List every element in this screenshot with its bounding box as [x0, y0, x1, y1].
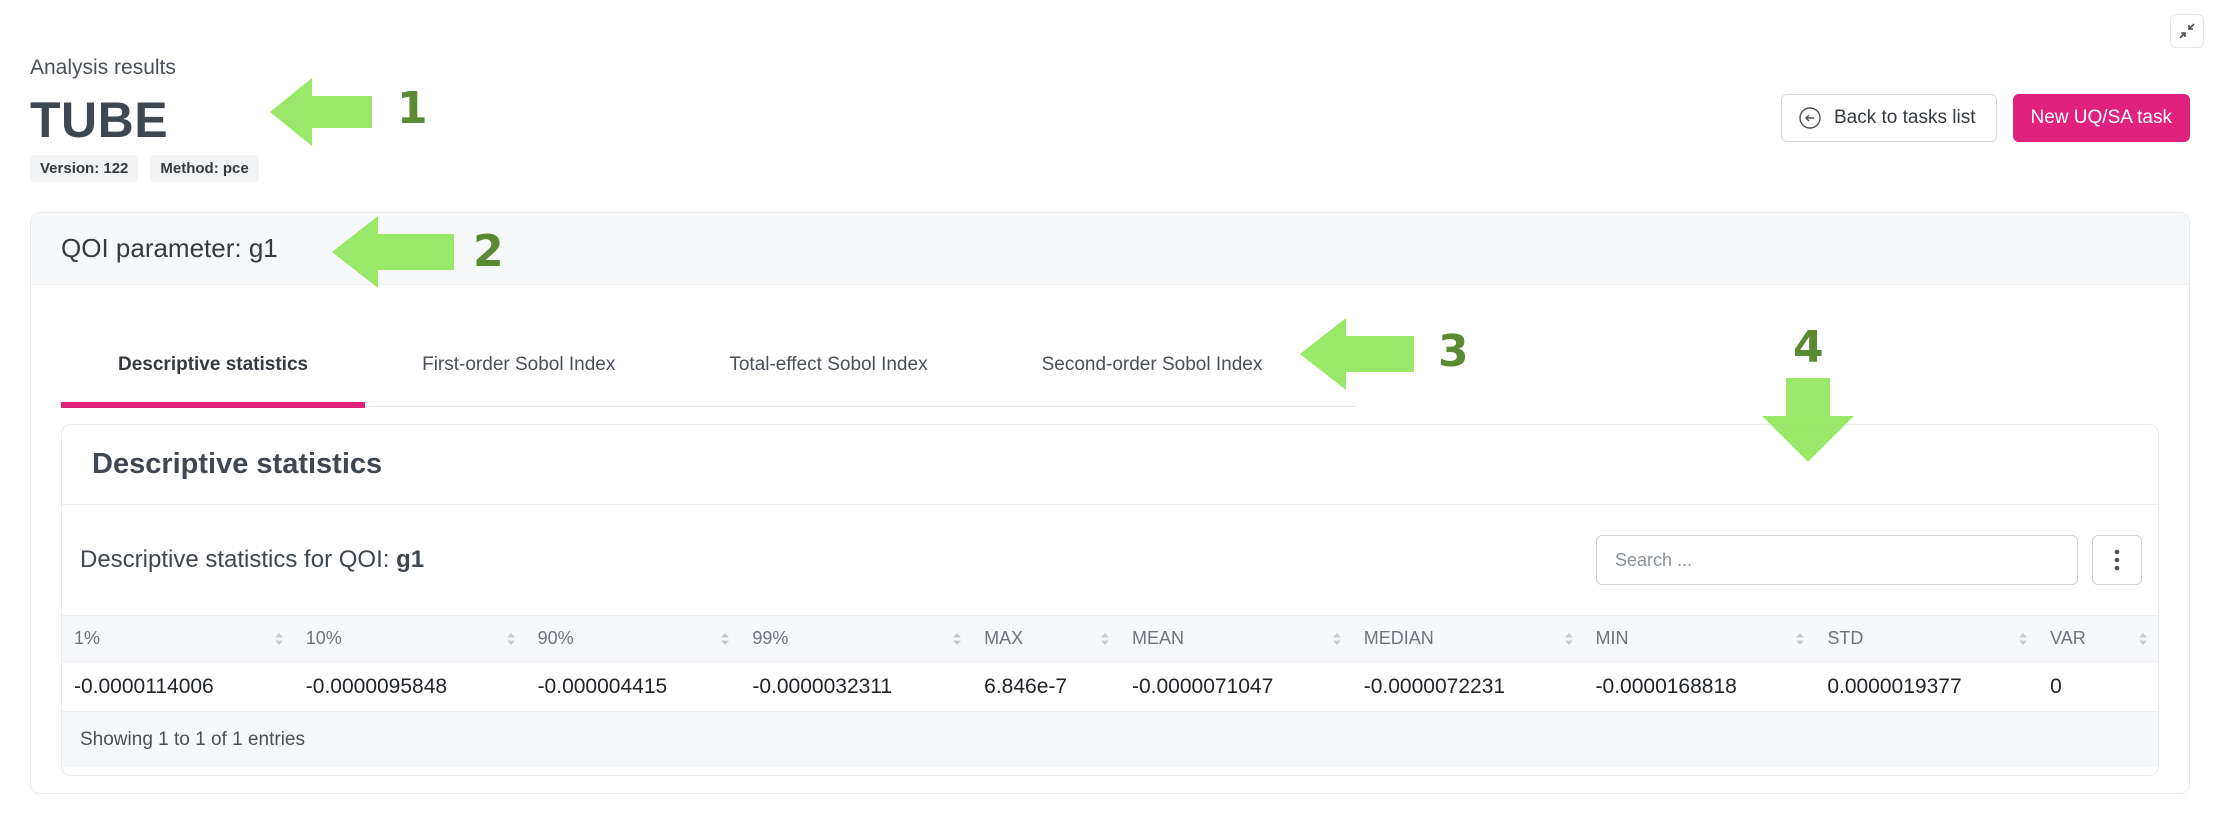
column-header-label: MEAN — [1131, 628, 1184, 648]
table-cell: -0.0000095848 — [293, 661, 526, 712]
new-task-button[interactable]: New UQ/SA task — [2012, 94, 2190, 142]
back-to-tasks-button[interactable]: Back to tasks list — [1781, 94, 1997, 142]
stats-table: 1% 10% 90% 99% MAX MEAN MEDIAN MIN STD VAR -0.000… — [62, 615, 2158, 712]
tab-descriptive-statistics[interactable]: Descriptive statistics — [61, 323, 366, 408]
column-header[interactable]: MAX — [972, 615, 1120, 662]
table-caption-qoi: g1 — [396, 546, 425, 573]
column-header-label: 1% — [74, 628, 101, 648]
column-header[interactable]: 1% — [62, 615, 294, 662]
sort-icon — [274, 632, 284, 646]
qoi-card-title: QOI parameter: g1 — [61, 233, 278, 263]
back-to-tasks-label: Back to tasks list — [1834, 107, 1976, 128]
toolbar-controls — [1596, 535, 2142, 585]
header-actions: Back to tasks list New UQ/SA task — [1781, 94, 2190, 142]
table-row: -0.0000114006 -0.0000095848 -0.000004415 -0… — [62, 661, 2158, 712]
table-header-row: 1% 10% 90% 99% MAX MEAN MEDIAN MIN STD VAR — [62, 615, 2158, 662]
table-cell: 0 — [2038, 661, 2158, 712]
annotation-number-4: 4 — [1793, 322, 1824, 373]
arrow-left-circle-icon — [1799, 107, 1821, 129]
tab-second-order-sobol[interactable]: Second-order Sobol Index — [985, 323, 1320, 407]
annotation-arrow-4 — [1762, 378, 1854, 462]
kebab-menu-icon — [2114, 549, 2120, 571]
sort-icon — [1564, 632, 1574, 646]
table-footer: Showing 1 to 1 of 1 entries — [62, 712, 2158, 767]
column-header[interactable]: 90% — [525, 615, 741, 662]
badge-group: Version: 122 Method: pce — [30, 155, 259, 182]
annotation-arrow-3 — [1300, 318, 1414, 390]
table-cell: -0.000004415 — [525, 661, 741, 712]
column-header-label: 99% — [752, 628, 789, 648]
annotation-number-1: 1 — [397, 83, 428, 134]
qoi-card: QOI parameter: g1 Descriptive statistics… — [30, 212, 2190, 794]
annotation-arrow-2 — [332, 216, 454, 288]
column-header[interactable]: STD — [1815, 615, 2039, 662]
table-options-button[interactable] — [2092, 535, 2142, 585]
column-header[interactable]: MEAN — [1119, 615, 1352, 662]
table-caption: Descriptive statistics for QOI: g1 — [80, 546, 424, 574]
minimize-button[interactable] — [2170, 14, 2204, 48]
table-cell: -0.0000071047 — [1119, 661, 1352, 712]
column-header[interactable]: MEDIAN — [1351, 615, 1584, 662]
search-input[interactable] — [1596, 535, 2078, 585]
table-cell: -0.0000072231 — [1351, 661, 1584, 712]
table-cell: -0.0000168818 — [1583, 661, 1816, 712]
column-header[interactable]: MIN — [1583, 615, 1816, 662]
page: Analysis results TUBE Version: 122 Metho… — [0, 0, 2220, 830]
stats-card-title: Descriptive statistics — [92, 448, 383, 480]
column-header-label: 10% — [305, 628, 342, 648]
column-header[interactable]: 10% — [293, 615, 526, 662]
table-cell: 0.0000019377 — [1815, 661, 2039, 712]
stats-card: Descriptive statistics Descriptive stati… — [61, 424, 2159, 776]
column-header-label: STD — [1827, 628, 1864, 648]
page-subtitle: Analysis results — [30, 56, 176, 79]
column-header-label: VAR — [2050, 628, 2086, 648]
column-header[interactable]: 99% — [740, 615, 973, 662]
collapse-icon — [2179, 23, 2195, 39]
table-cell: -0.0000032311 — [740, 661, 973, 712]
table-toolbar: Descriptive statistics for QOI: g1 — [62, 505, 2158, 615]
analysis-tabs: Descriptive statistics First-order Sobol… — [61, 323, 1356, 408]
column-header[interactable]: VAR — [2038, 615, 2158, 662]
column-header-label: 90% — [537, 628, 574, 648]
sort-icon — [2138, 632, 2148, 646]
column-header-label: MIN — [1595, 628, 1629, 648]
table-cell: -0.0000114006 — [62, 661, 294, 712]
table-cell: 6.846e-7 — [972, 661, 1120, 712]
method-badge: Method: pce — [150, 155, 259, 182]
sort-icon — [1332, 632, 1342, 646]
tab-total-effect-sobol[interactable]: Total-effect Sobol Index — [672, 323, 984, 407]
column-header-label: MEDIAN — [1363, 628, 1434, 648]
table-caption-prefix: Descriptive statistics for QOI: — [80, 546, 397, 573]
annotation-number-2: 2 — [473, 226, 504, 277]
sort-icon — [720, 632, 730, 646]
page-title: TUBE — [30, 92, 169, 148]
version-badge: Version: 122 — [30, 155, 139, 182]
sort-icon — [506, 632, 516, 646]
column-header-label: MAX — [984, 628, 1024, 648]
tab-first-order-sobol[interactable]: First-order Sobol Index — [365, 323, 672, 407]
annotation-arrow-1 — [270, 78, 372, 146]
sort-icon — [1100, 632, 1110, 646]
annotation-number-3: 3 — [1438, 326, 1469, 377]
sort-icon — [2018, 632, 2028, 646]
sort-icon — [1795, 632, 1805, 646]
sort-icon — [952, 632, 962, 646]
